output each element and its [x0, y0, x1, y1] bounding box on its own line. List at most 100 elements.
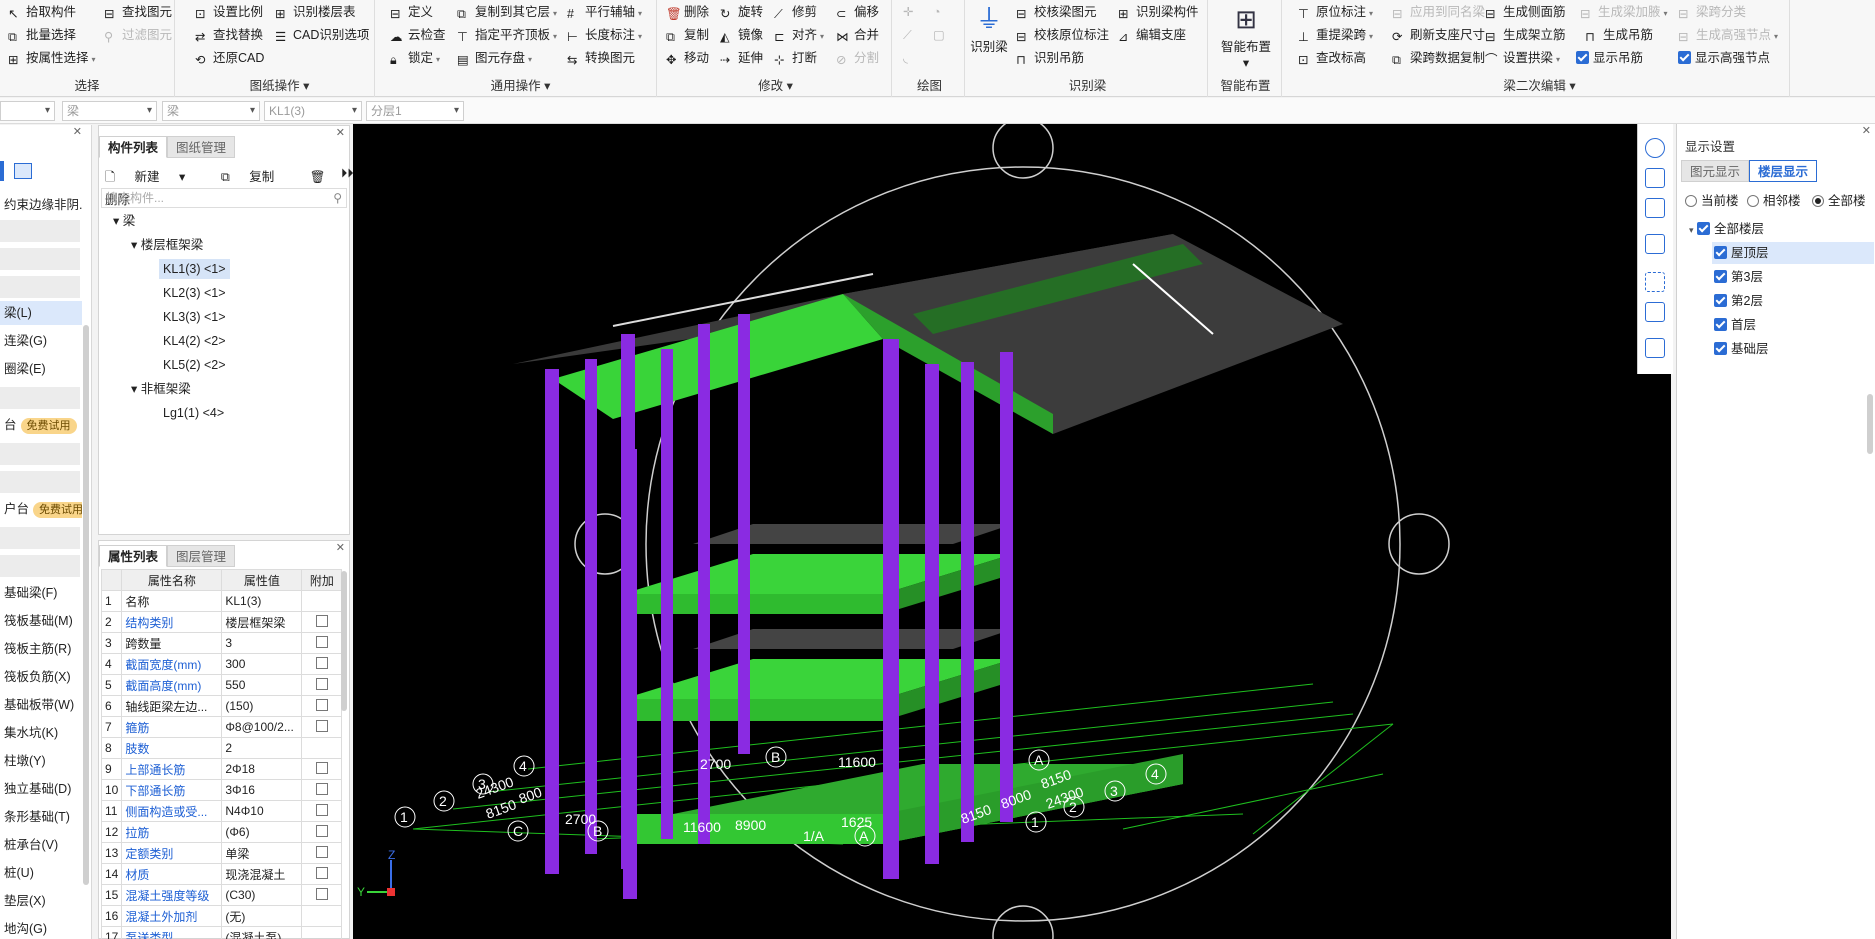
table-row[interactable]: 5 截面高度(mm) 550	[100, 674, 343, 696]
apply-same-name-button[interactable]: ⊟ 应用到同名梁	[1392, 2, 1485, 22]
check-beam-element-button[interactable]: ⊟ 校核梁图元	[1016, 2, 1097, 22]
scrollbar[interactable]	[341, 571, 347, 711]
gen-side-rebar-button[interactable]: ⊟ 生成侧面筋	[1485, 2, 1566, 22]
tree-item-kl1[interactable]: KL1(3) <1>	[159, 259, 230, 279]
edit-support-button[interactable]: ⊿ 编辑支座	[1118, 25, 1186, 45]
checkbox-icon[interactable]	[315, 887, 328, 900]
nav-item-slab-strip[interactable]: 基础板带(W)	[0, 693, 82, 717]
layer-select[interactable]: 分层1	[366, 101, 464, 121]
property-value[interactable]: 2Φ18	[221, 758, 303, 780]
view-settings-icon[interactable]	[1645, 338, 1665, 358]
radio-all-floor[interactable]: 全部楼	[1812, 190, 1866, 212]
nav-item-isolated-footing[interactable]: 独立基础(D)	[0, 777, 82, 801]
checkbox-icon[interactable]	[315, 719, 328, 732]
set-scale-button[interactable]: ⊡ 设置比例	[195, 2, 263, 22]
restore-cad-button[interactable]: ⟲ 还原CAD	[195, 48, 264, 68]
table-row[interactable]: 17 泵送类型 (混凝土泵)	[100, 926, 343, 939]
property-value[interactable]: 3	[221, 632, 303, 654]
recognize-beam-component-button[interactable]: ⊞ 识别梁构件	[1118, 2, 1199, 22]
checkbox-icon[interactable]	[315, 866, 328, 879]
close-icon[interactable]: ✕	[73, 125, 82, 138]
table-row[interactable]: 13 定额类别 单梁	[100, 842, 343, 864]
align-top-slab-button[interactable]: ⊤ 指定平齐顶板 ▾	[457, 25, 557, 45]
nav-item-trench[interactable]: 地沟(G)	[0, 917, 82, 939]
property-value[interactable]: 3Φ16	[221, 779, 303, 801]
nav-item-pile[interactable]: 桩(U)	[0, 861, 82, 885]
floor-item-1[interactable]: 首层	[1714, 314, 1756, 336]
trim-button[interactable]: ⟋ 修剪	[774, 2, 817, 22]
span-data-copy-button[interactable]: ⧉ 梁跨数据复制	[1392, 48, 1485, 68]
parallel-axis-button[interactable]: # 平行辅轴 ▾	[567, 2, 642, 22]
model-canvas[interactable]: 1 2 3 4 C B A B A 1 2 3 4 24300 8150 800…	[353, 124, 1671, 939]
checkbox-icon[interactable]	[315, 803, 328, 816]
scrollbar[interactable]	[83, 325, 89, 885]
save-element-button[interactable]: ▤ 图元存盘 ▾	[457, 48, 532, 68]
line-tool-icon[interactable]: ⟋	[903, 25, 912, 45]
table-row[interactable]: 11 侧面构造或受... N4Φ10	[100, 800, 343, 822]
category-select[interactable]: 梁	[62, 101, 157, 121]
checkbox-icon[interactable]	[315, 656, 328, 669]
split-button[interactable]: ⊘ 分割	[836, 48, 879, 68]
check-original-mark-button[interactable]: ⊟ 校核原位标注	[1016, 25, 1109, 45]
nav-item-raft[interactable]: 筏板基础(M)	[0, 609, 82, 633]
group-label[interactable]: 梁二次编辑 ▾	[1290, 75, 1789, 94]
tab-layer-manage[interactable]: 图层管理	[167, 545, 236, 567]
tree-item-lg1[interactable]: Lg1(1) <4>	[163, 403, 224, 423]
property-value[interactable]: KL1(3)	[221, 590, 303, 612]
tab-element-display[interactable]: 图元显示	[1681, 160, 1750, 182]
layer-visibility-icon[interactable]	[1645, 302, 1665, 322]
span-classify-button[interactable]: ⊟ 梁跨分类	[1678, 2, 1746, 22]
nav-item-trial-b[interactable]: 户台 免费试用	[0, 497, 82, 521]
show-high-strength-node-checkbox[interactable]: 显示高强节点	[1678, 48, 1770, 68]
refresh-support-size-button[interactable]: ⟳ 刷新支座尺寸	[1392, 25, 1485, 45]
find-replace-button[interactable]: ⇄ 查找替换	[195, 25, 263, 45]
recognize-floor-table-button[interactable]: ⊞ 识别楼层表	[275, 2, 356, 22]
property-value[interactable]: 现浇混凝土	[221, 863, 303, 885]
fit-view-icon[interactable]	[1645, 272, 1665, 292]
checkbox-icon[interactable]	[315, 845, 328, 858]
tab-component-list[interactable]: 构件列表	[99, 136, 168, 158]
property-value[interactable]: 550	[221, 674, 303, 696]
close-icon[interactable]: ✕	[336, 541, 345, 554]
component-select[interactable]: KL1(3)	[264, 101, 362, 121]
convert-element-button[interactable]: ⇆ 转换图元	[567, 48, 635, 68]
extend-button[interactable]: ⇢ 延伸	[720, 48, 763, 68]
property-value[interactable]: 2	[221, 737, 303, 759]
group-label[interactable]: 修改 ▾	[660, 75, 891, 94]
nav-item-trial-a[interactable]: 台免费试用	[0, 413, 82, 437]
cad-options-button[interactable]: ☰ CAD识别选项	[275, 25, 369, 45]
rect-tool-icon[interactable]: ▢	[933, 25, 945, 45]
tree-item-kl5[interactable]: KL5(2) <2>	[163, 355, 226, 375]
original-mark-button[interactable]: ⊤ 原位标注 ▾	[1298, 2, 1373, 22]
table-row[interactable]: 6 轴线距梁左边... (150)	[100, 695, 343, 717]
group-label[interactable]: 通用操作 ▾	[385, 75, 656, 94]
scrollbar[interactable]	[1867, 394, 1873, 454]
property-value[interactable]: (150)	[221, 695, 303, 717]
nav-item-strip-footing[interactable]: 条形基础(T)	[0, 805, 82, 829]
property-value[interactable]: (混凝土泵)	[221, 926, 303, 939]
copy-button[interactable]: ⧉ 复制	[666, 25, 709, 45]
type-select[interactable]: 梁	[162, 101, 260, 121]
tree-item-kl2[interactable]: KL2(3) <1>	[163, 283, 226, 303]
pick-component-button[interactable]: ↖ 拾取构件	[8, 2, 76, 22]
property-value[interactable]: (Φ6)	[221, 821, 303, 843]
property-value[interactable]: Φ8@100/2...	[221, 716, 303, 738]
table-row[interactable]: 9 上部通长筋 2Φ18	[100, 758, 343, 780]
checkbox-icon[interactable]	[315, 782, 328, 795]
move-button[interactable]: ✥ 移动	[666, 48, 709, 68]
mirror-button[interactable]: ◭ 镜像	[720, 25, 763, 45]
rotate-button[interactable]: ↻ 旋转	[720, 2, 763, 22]
checkbox-icon[interactable]	[315, 677, 328, 690]
tree-item-kl4[interactable]: KL4(2) <2>	[163, 331, 226, 351]
gen-haunch-button[interactable]: ⊟ 生成梁加腋 ▾	[1580, 2, 1668, 22]
orbit-handle-top[interactable]	[992, 124, 1054, 179]
merge-button[interactable]: ⋈ 合并	[836, 25, 879, 45]
nav-item-constraint[interactable]: 约束边缘非阴.	[0, 193, 82, 217]
group-label[interactable]: 图纸操作 ▾	[185, 75, 374, 94]
gen-erection-rebar-button[interactable]: ⊟ 生成架立筋	[1485, 25, 1566, 45]
smart-layout-big-button[interactable]: ⊞ 智能布置 ▾	[1210, 2, 1282, 70]
tree-group-non-frame-beam[interactable]: ▾ 非框架梁	[131, 379, 191, 399]
more-icon[interactable]: ⏵⏵	[341, 166, 354, 181]
radio-current-floor[interactable]: 当前楼	[1685, 190, 1739, 212]
define-button[interactable]: ⊟ 定义	[390, 2, 433, 22]
